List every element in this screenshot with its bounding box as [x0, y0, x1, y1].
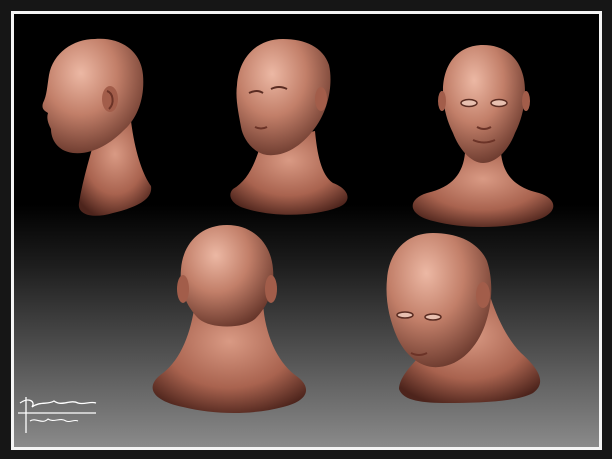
head-back	[152, 225, 307, 413]
image-frame	[11, 11, 602, 450]
head-three-quarter-down	[386, 233, 541, 403]
render-page	[0, 0, 612, 459]
head-renders	[42, 38, 554, 413]
artist-signature	[18, 397, 97, 433]
head-three-quarter	[230, 39, 348, 215]
head-left-profile	[42, 38, 152, 216]
head-front	[412, 45, 554, 227]
